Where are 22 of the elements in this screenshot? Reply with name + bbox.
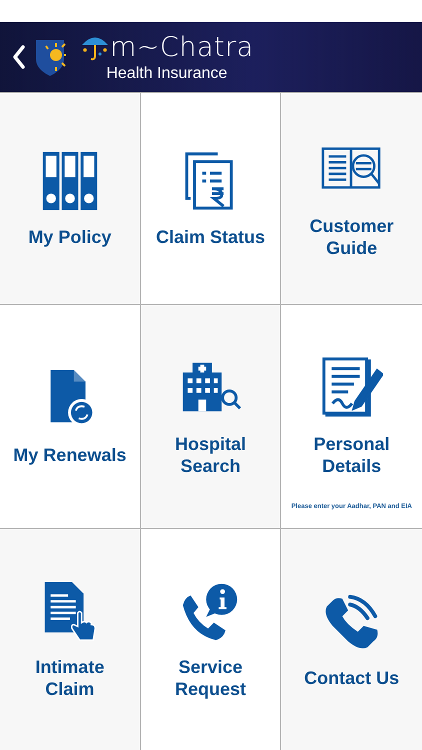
menu-tile[interactable]: Intimate Claim — [0, 529, 141, 750]
tile-label: Intimate Claim — [35, 656, 104, 700]
shield-sun-icon — [34, 37, 66, 77]
tile-label: Service Request — [174, 656, 246, 700]
menu-tile[interactable]: Customer Guide — [281, 93, 422, 305]
tile-label: Claim Status — [156, 226, 265, 248]
tile-label: Hospital Search — [174, 432, 246, 476]
app-name: m~Chatra — [110, 32, 254, 62]
menu-tile[interactable]: Service Request — [140, 529, 282, 750]
menu-tile[interactable]: Contact Us — [281, 529, 422, 750]
form-pen-icon — [320, 356, 383, 418]
tile-label: Personal Details — [314, 432, 390, 476]
menu-tile[interactable]: Claim Status — [140, 93, 282, 305]
tile-label: Customer Guide — [310, 214, 394, 258]
back-icon[interactable] — [12, 45, 26, 69]
header-subtitle: Health Insurance — [106, 64, 228, 82]
menu-tile[interactable]: My Policy — [0, 93, 141, 305]
tile-label: My Policy — [28, 226, 112, 248]
tile-label: My Renewals — [13, 444, 126, 466]
menu-tile[interactable]: Hospital Search — [140, 305, 282, 529]
tile-label: Contact Us — [304, 666, 400, 688]
menu-tile[interactable]: My Renewals — [0, 305, 141, 529]
